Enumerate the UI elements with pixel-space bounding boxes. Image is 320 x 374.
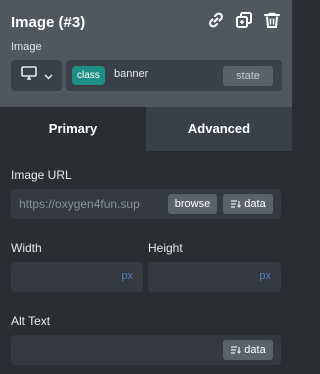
trash-icon[interactable] xyxy=(262,10,282,30)
duplicate-icon[interactable] xyxy=(234,10,254,30)
width-input[interactable]: px xyxy=(11,262,143,292)
image-url-label: Image URL xyxy=(11,168,72,182)
dynamic-data-icon xyxy=(231,200,242,208)
panel-title: Image (#3) xyxy=(11,14,86,31)
width-label: Width xyxy=(11,241,42,255)
alt-text-field[interactable]: data xyxy=(11,335,281,365)
header-panel: Image (#3) Image class banner state xyxy=(0,0,292,107)
tab-primary[interactable]: Primary xyxy=(0,107,146,151)
element-type-label: Image xyxy=(11,41,42,53)
data-button-label: data xyxy=(244,198,266,210)
header-actions xyxy=(206,10,282,30)
alt-text-label: Alt Text xyxy=(11,314,51,328)
image-url-input[interactable]: https://oxygen4fun.sup xyxy=(19,197,164,211)
data-button-label: data xyxy=(244,344,266,356)
class-badge[interactable]: class xyxy=(72,66,105,85)
tab-bar: Primary Advanced xyxy=(0,107,292,151)
image-url-field[interactable]: https://oxygen4fun.sup browse data xyxy=(11,189,281,219)
chevron-down-icon xyxy=(43,67,53,85)
state-button[interactable]: state xyxy=(223,66,273,86)
tab-advanced[interactable]: Advanced xyxy=(146,107,292,151)
height-input[interactable]: px xyxy=(148,262,281,292)
alt-text-data-button[interactable]: data xyxy=(223,340,273,360)
height-unit[interactable]: px xyxy=(259,270,271,282)
dynamic-data-icon xyxy=(231,346,242,354)
selector-bar[interactable]: class banner state xyxy=(66,60,282,91)
selector-value[interactable]: banner xyxy=(114,68,148,80)
height-label: Height xyxy=(148,241,183,255)
width-unit[interactable]: px xyxy=(121,270,133,282)
desktop-icon xyxy=(20,66,37,85)
link-icon[interactable] xyxy=(206,10,226,30)
browse-button[interactable]: browse xyxy=(168,194,217,214)
image-url-data-button[interactable]: data xyxy=(223,194,273,214)
device-selector[interactable] xyxy=(11,60,62,91)
